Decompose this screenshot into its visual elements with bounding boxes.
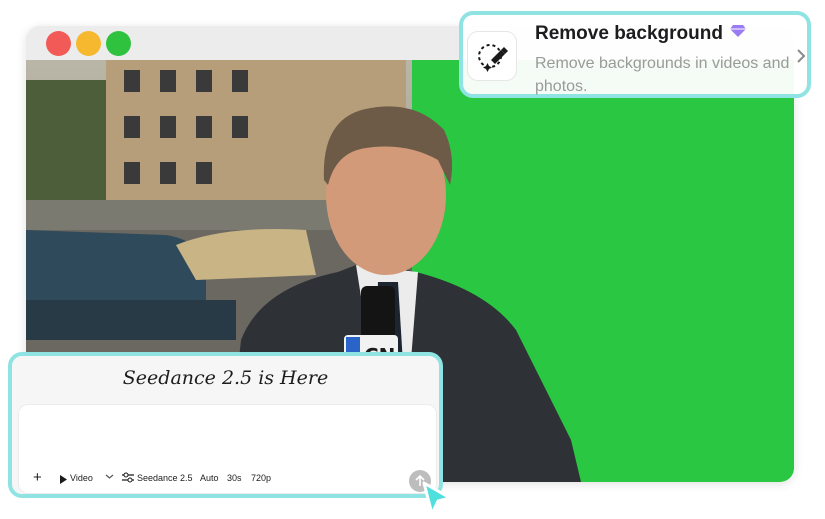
prompt-panel-title: Seedance 2.5 is Here <box>122 367 329 389</box>
aspect-select[interactable]: Auto <box>200 473 219 483</box>
prompt-toolbar: + Video Seedance 2.5 Auto 30s 720p <box>19 469 436 489</box>
model-select[interactable]: Seedance 2.5 <box>137 473 193 483</box>
resolution-select[interactable]: 720p <box>251 473 271 483</box>
remove-background-description: Remove backgrounds in videos and photos. <box>535 55 790 95</box>
chevron-right-icon[interactable] <box>796 48 806 64</box>
gem-icon <box>730 25 746 37</box>
prompt-input[interactable]: + Video Seedance 2.5 Auto 30s 720p <box>18 404 437 494</box>
magic-wand-icon <box>478 44 508 72</box>
settings-sliders-icon[interactable] <box>122 472 134 483</box>
maximize-button[interactable] <box>106 31 131 56</box>
minimize-button[interactable] <box>76 31 101 56</box>
remove-background-icon-box <box>468 32 516 80</box>
chevron-down-icon[interactable] <box>105 472 114 481</box>
remove-background-card[interactable]: Remove background Remove backgrounds in … <box>459 11 811 98</box>
mouse-cursor-icon <box>422 481 452 516</box>
play-icon <box>60 475 67 484</box>
mode-select[interactable]: Video <box>70 473 93 483</box>
duration-select[interactable]: 30s <box>227 473 242 483</box>
add-button[interactable]: + <box>33 469 42 486</box>
close-button[interactable] <box>46 31 71 56</box>
prompt-panel: Seedance 2.5 is Here + Video Seedance 2.… <box>8 352 443 498</box>
remove-background-title: Remove background <box>535 23 723 44</box>
